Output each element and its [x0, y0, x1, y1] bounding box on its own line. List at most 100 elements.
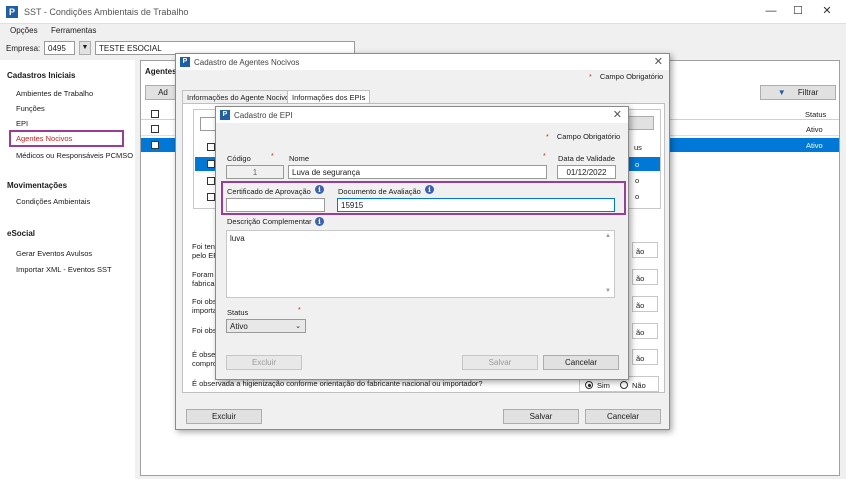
sidebar-item-gerar-eventos[interactable]: Gerar Eventos Avulsos [16, 249, 92, 258]
agent-dialog-title: Cadastro de Agentes Nocivos [194, 58, 300, 67]
answer-box[interactable]: ão [632, 296, 658, 312]
menu-bar: Opções Ferramentas [0, 24, 846, 38]
sidebar-item-importar-xml[interactable]: Importar XML - Eventos SST [16, 265, 112, 274]
minimize-icon[interactable]: — [764, 4, 778, 18]
scroll-up-icon[interactable]: ▲ [605, 233, 611, 239]
required-note: * Campo Obrigatório [589, 72, 663, 81]
status-label: Status [227, 308, 249, 317]
epi-required-note-text: Campo Obrigatório [556, 132, 621, 141]
empresa-label: Empresa: [6, 44, 41, 53]
ca-field[interactable] [226, 198, 325, 212]
select-all-checkbox[interactable] [151, 110, 159, 118]
agent-dialog-titlebar: P Cadastro de Agentes Nocivos ✕ [176, 54, 669, 70]
epi-cancel-button[interactable]: Cancelar [543, 355, 619, 370]
filter-icon: ▼ [777, 88, 786, 97]
date-label: Data de Validade [558, 154, 615, 163]
agent-dialog-close-icon[interactable]: ✕ [654, 55, 663, 68]
answer-box[interactable]: ão [632, 242, 658, 258]
desc-label: Descrição Complementar [227, 217, 312, 226]
agent-save-button[interactable]: Salvar [503, 409, 579, 424]
row-status: Ativo [806, 125, 823, 134]
radio-yes-label: Sim [597, 381, 610, 390]
status-select-value: Ativo [230, 322, 248, 331]
sidebar: Cadastros Iniciais Ambientes de Trabalho… [0, 60, 135, 479]
epi-save-button[interactable]: Salvar [462, 355, 538, 370]
desc-textarea[interactable]: luva [226, 230, 615, 298]
epi-delete-button[interactable]: Excluir [226, 355, 302, 370]
desc-info-icon[interactable]: i [315, 217, 324, 226]
date-field[interactable]: 01/12/2022 [557, 165, 616, 179]
radio-no[interactable] [620, 381, 628, 389]
agent-delete-button[interactable]: Excluir [186, 409, 262, 424]
row-checkbox[interactable] [207, 160, 215, 168]
epi-select-all-checkbox[interactable] [207, 143, 215, 151]
required-marker: * [546, 134, 549, 141]
sidebar-item-medicos[interactable]: Médicos ou Responsáveis PCMSO [16, 151, 133, 160]
filter-label: Filtrar [797, 88, 819, 97]
empresa-code-field[interactable]: 0495 [44, 41, 75, 55]
maximize-icon[interactable]: ☐ [791, 4, 805, 18]
dialog-logo-icon: P [220, 110, 230, 120]
doc-label: Documento de Avaliação [338, 187, 421, 196]
sidebar-item-ambientes[interactable]: Ambientes de Trabalho [16, 89, 93, 98]
epi-dialog-title: Cadastro de EPI [234, 111, 293, 120]
tab-epi-info[interactable]: Informações dos EPIs [287, 90, 371, 103]
close-icon[interactable]: ✕ [820, 4, 834, 18]
ca-info-icon[interactable]: i [315, 185, 324, 194]
tab-agent-info[interactable]: Informações do Agente Nocivo [182, 90, 295, 103]
agent-cancel-button[interactable]: Cancelar [585, 409, 661, 424]
doc-field[interactable]: 15915 [337, 198, 615, 212]
empresa-dropdown-button[interactable]: ▼ [79, 41, 91, 55]
scroll-down-icon[interactable]: ▼ [605, 288, 611, 294]
menu-opcoes[interactable]: Opções [10, 26, 38, 35]
name-field[interactable]: Luva de segurança [288, 165, 547, 179]
code-required-marker: * [271, 153, 274, 160]
hygiene-question: É observada a higienização conforme orie… [192, 379, 483, 388]
app-titlebar: P SST - Condições Ambientais de Trabalho… [0, 0, 846, 24]
question-text: Foi tent [192, 242, 218, 251]
row-checkbox[interactable] [207, 193, 215, 201]
radio-no-label: Não [632, 381, 646, 390]
row-checkbox[interactable] [151, 125, 159, 133]
name-required-marker: * [543, 153, 546, 160]
status-select[interactable]: Ativo ⌄ [226, 319, 306, 333]
answer-box[interactable]: ão [632, 323, 658, 339]
status-required-marker: * [298, 307, 301, 314]
epi-status-header-partial: us [634, 143, 642, 152]
epi-dialog: P Cadastro de EPI ✕ * Campo Obrigatório … [215, 106, 629, 380]
row-checkbox[interactable] [207, 177, 215, 185]
row-status: o [635, 192, 640, 201]
sidebar-item-epi[interactable]: EPI [16, 119, 28, 128]
epi-dialog-titlebar: P Cadastro de EPI ✕ [216, 107, 628, 123]
code-field: 1 [226, 165, 284, 179]
row-status: o [635, 176, 640, 185]
app-title: SST - Condições Ambientais de Trabalho [24, 7, 189, 17]
question-text: importa [192, 306, 218, 315]
filter-button[interactable]: ▼ Filtrar [760, 85, 836, 100]
question-text: É obser [192, 350, 218, 359]
sidebar-item-condicoes[interactable]: Condições Ambientais [16, 197, 90, 206]
epi-dialog-close-icon[interactable]: ✕ [613, 108, 622, 121]
agents-heading: Agentes [145, 67, 177, 76]
ca-label: Certificado de Aprovação [227, 187, 311, 196]
code-label: Código [227, 154, 251, 163]
epi-required-note: * Campo Obrigatório [546, 132, 620, 141]
required-marker: * [589, 74, 592, 81]
sidebar-section-movimentacoes: Movimentações [7, 181, 68, 190]
sidebar-item-agentes-nocivos[interactable]: Agentes Nocivos [16, 134, 72, 143]
status-column-header: Status [805, 110, 827, 119]
required-note-text: Campo Obrigatório [599, 72, 664, 81]
row-status: o [635, 160, 640, 169]
name-label: Nome [289, 154, 310, 163]
row-status: Ativo [806, 141, 823, 150]
radio-yes[interactable] [585, 381, 593, 389]
sidebar-item-funcoes[interactable]: Funções [16, 104, 45, 113]
menu-ferramentas[interactable]: Ferramentas [51, 26, 96, 35]
question-text: compro [192, 359, 218, 368]
doc-info-icon[interactable]: i [425, 185, 434, 194]
answer-box[interactable]: ão [632, 349, 658, 365]
sidebar-section-cadastros: Cadastros Iniciais [7, 71, 76, 80]
dialog-logo-icon: P [180, 57, 190, 67]
answer-box[interactable]: ão [632, 269, 658, 285]
row-checkbox[interactable] [151, 141, 159, 149]
